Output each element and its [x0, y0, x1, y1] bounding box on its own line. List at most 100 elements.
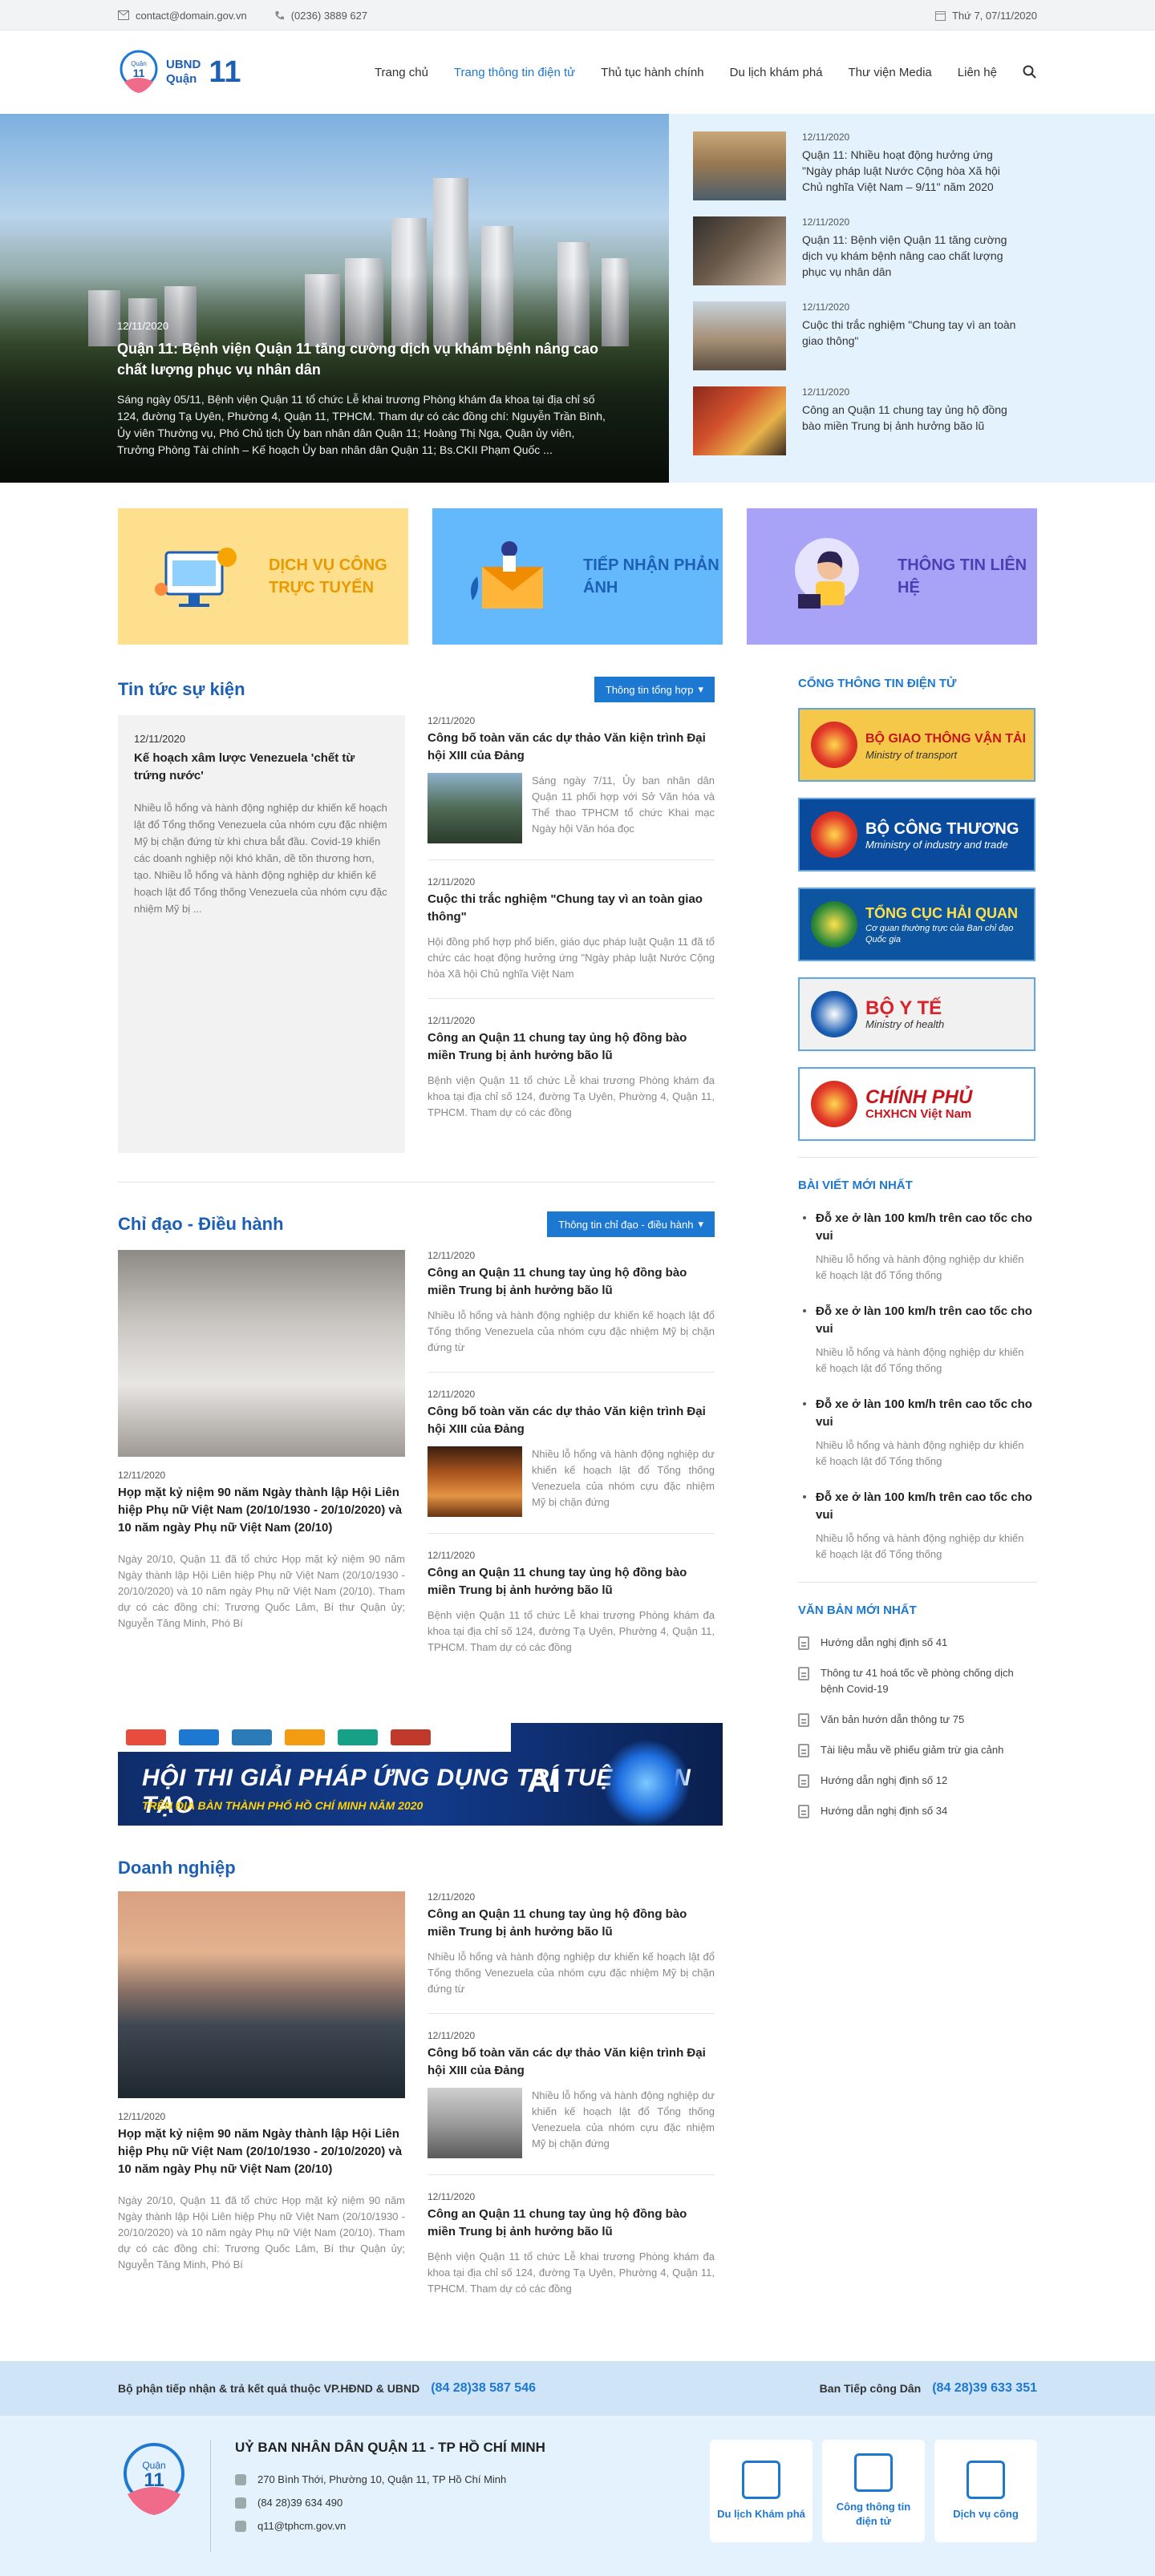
item-title[interactable]: Công an Quận 11 chung tay ủng hộ đồng bà…	[428, 1906, 715, 1941]
footer-email[interactable]: q11@tphcm.gov.vn	[257, 2520, 346, 2532]
doc-item[interactable]: Hướng dẫn nghị định số 41	[798, 1635, 1037, 1651]
nav-travel[interactable]: Du lịch khám phá	[730, 66, 823, 79]
doc-item[interactable]: Văn bản hướn dẫn thông tư 75	[798, 1712, 1037, 1728]
business-featured-date: 12/11/2020	[118, 2111, 166, 2122]
contact-email[interactable]: contact@domain.gov.vn	[118, 10, 247, 22]
business-featured-card[interactable]: 12/11/2020 Họp mặt kỷ niệm 90 năm Ngày t…	[118, 1891, 405, 2329]
list-item[interactable]: 12/11/2020 Công an Quận 11 chung tay ủng…	[428, 1015, 715, 1137]
hero-date: 12/11/2020	[117, 320, 169, 332]
list-item[interactable]: 12/11/2020 Công an Quận 11 chung tay ủng…	[428, 1891, 715, 2014]
doc-item[interactable]: Hướng dẫn nghị định số 34	[798, 1803, 1037, 1819]
list-item[interactable]: 12/11/2020 Công an Quận 11 chung tay ủng…	[428, 1250, 715, 1373]
citizen-reception-phone[interactable]: (84 28)39 633 351	[932, 2381, 1037, 2396]
item-date: 12/11/2020	[428, 2191, 476, 2202]
top-bar: contact@domain.gov.vn (0236) 3889 627 Th…	[0, 0, 1155, 30]
contact-phone[interactable]: (0236) 3889 627	[274, 10, 367, 22]
ministry-transport-link[interactable]: BỘ GIAO THÔNG VẬN TẢI Ministry of transpo…	[798, 708, 1035, 782]
nav-media[interactable]: Thư viện Media	[849, 66, 932, 79]
hero-side-item[interactable]: 12/11/2020 Quận 11: Bệnh viện Quận 11 tăn…	[693, 216, 1155, 285]
item-title[interactable]: Công bố toàn văn các dự thảo Văn kiện tr…	[428, 2044, 715, 2080]
ministry-health-link[interactable]: BỘ Y TẾ Ministry of health	[798, 977, 1035, 1051]
latest-post-item[interactable]: Đỗ xe ở làn 100 km/h trên cao tốc cho vu…	[798, 1210, 1037, 1284]
doc-item[interactable]: Hướng dẫn nghị định số 12	[798, 1773, 1037, 1789]
hero-side-title: Công an Quận 11 chung tay ủng hộ đồng bà…	[802, 403, 1007, 432]
latest-post-item[interactable]: Đỗ xe ở làn 100 km/h trên cao tốc cho vu…	[798, 1396, 1037, 1470]
doc-item[interactable]: Thông tư 41 hoá tốc về phòng chống dịch …	[798, 1665, 1037, 1697]
directive-category-button[interactable]: Thông tin chỉ đạo - điều hành ▾	[547, 1211, 715, 1237]
post-title[interactable]: Đỗ xe ở làn 100 km/h trên cao tốc cho vu…	[816, 1396, 1037, 1431]
hero-side-item[interactable]: 12/11/2020 Quận 11: Nhiều hoạt động hưởng…	[693, 131, 1155, 200]
date-text: Thứ 7, 07/11/2020	[951, 9, 1037, 22]
customs-link[interactable]: TỔNG CỤC HẢI QUAN Cơ quan thường trực của…	[798, 888, 1035, 961]
footer-phone[interactable]: (84 28)39 634 490	[257, 2497, 342, 2509]
item-title[interactable]: Cuộc thi trắc nghiệm "Chung tay vì an to…	[428, 891, 715, 926]
government-link[interactable]: CHÍNH PHỦ CHXHCN Việt Nam	[798, 1067, 1035, 1141]
item-title[interactable]: Công an Quận 11 chung tay ủng hộ đồng bà…	[428, 1564, 715, 1599]
service-contact-card[interactable]: Thông tin liên hệ	[747, 508, 1037, 645]
service-online-card[interactable]: Dịch vụ công trực tuyến	[118, 508, 408, 645]
news-section-title[interactable]: Tin tức sự kiện	[118, 679, 245, 700]
citizen-reception-label: Ban Tiếp công Dân	[819, 2382, 922, 2395]
latest-docs-title: Văn bản mới nhất	[798, 1603, 917, 1617]
hero-featured-article[interactable]: 12/11/2020 Quận 11: Bệnh viện Quận 11 tă…	[0, 114, 669, 483]
news-featured-card[interactable]: 12/11/2020 Kế hoạch xâm lược Venezuela '…	[118, 715, 405, 1153]
service-feedback-card[interactable]: Tiếp nhận phản ánh	[432, 508, 723, 645]
item-title[interactable]: Công bố toàn văn các dự thảo Văn kiện tr…	[428, 1403, 715, 1438]
list-item[interactable]: 12/11/2020 Công bố toàn văn các dự thảo …	[428, 1389, 715, 1534]
logo-number: 11	[209, 55, 241, 89]
search-icon[interactable]	[1023, 65, 1037, 79]
document-icon	[798, 1744, 809, 1757]
hero-side-item[interactable]: 12/11/2020 Cuộc thi trắc nghiệm "Chung ta…	[693, 301, 1155, 370]
item-title[interactable]: Công an Quận 11 chung tay ủng hộ đồng bà…	[428, 1029, 715, 1065]
item-date: 12/11/2020	[428, 1015, 476, 1026]
post-title[interactable]: Đỗ xe ở làn 100 km/h trên cao tốc cho vu…	[816, 1489, 1037, 1524]
reception-phone[interactable]: (84 28)38 587 546	[431, 2381, 536, 2396]
list-item[interactable]: 12/11/2020 Công bố toàn văn các dự thảo …	[428, 715, 715, 860]
latest-post-item[interactable]: Đỗ xe ở làn 100 km/h trên cao tốc cho vu…	[798, 1489, 1037, 1563]
nav-contact[interactable]: Liên hệ	[958, 66, 997, 79]
directive-featured-card[interactable]: 12/11/2020 Họp mặt kỷ niệm 90 năm Ngày t…	[118, 1250, 405, 1688]
nav-portal[interactable]: Trang thông tin điện tử	[454, 66, 575, 79]
calendar-icon	[934, 10, 946, 21]
footer-travel-card[interactable]: Du lịch Khám phá	[710, 2440, 813, 2542]
list-item[interactable]: 12/11/2020 Công an Quận 11 chung tay ủng…	[428, 1550, 715, 1672]
post-title[interactable]: Đỗ xe ở làn 100 km/h trên cao tốc cho vu…	[816, 1210, 1037, 1245]
latest-post-item[interactable]: Đỗ xe ở làn 100 km/h trên cao tốc cho vu…	[798, 1303, 1037, 1377]
hero-side-date: 12/11/2020	[802, 131, 850, 143]
item-summary: Bệnh viện Quận 11 tổ chức Lễ khai trương…	[428, 1074, 715, 1118]
item-date: 12/11/2020	[428, 2030, 476, 2041]
doc-title: Hướng dẫn nghị định số 12	[821, 1774, 948, 1786]
news-list: 12/11/2020 Công bố toàn văn các dự thảo …	[428, 715, 715, 1153]
directive-featured-date: 12/11/2020	[118, 1470, 166, 1481]
item-summary: Bệnh viện Quận 11 tổ chức Lễ khai trương…	[428, 2250, 715, 2295]
hero-side-list: 12/11/2020 Quận 11: Nhiều hoạt động hưởng…	[669, 114, 1155, 483]
sidebar-divider	[798, 1157, 1037, 1158]
post-title[interactable]: Đỗ xe ở làn 100 km/h trên cao tốc cho vu…	[816, 1303, 1037, 1338]
reception-label: Bộ phận tiếp nhận & trả kết quả thuộc VP…	[118, 2382, 420, 2395]
hero-side-item[interactable]: 12/11/2020 Công an Quận 11 chung tay ủng …	[693, 386, 1155, 455]
sponsor-logos	[118, 1723, 511, 1752]
item-date: 12/11/2020	[428, 876, 476, 888]
item-title[interactable]: Công an Quận 11 chung tay ủng hộ đồng bà…	[428, 2206, 715, 2241]
list-item[interactable]: 12/11/2020 Công an Quận 11 chung tay ủng…	[428, 2191, 715, 2313]
ai-head-icon	[602, 1739, 691, 1826]
item-title[interactable]: Công bố toàn văn các dự thảo Văn kiện tr…	[428, 730, 715, 765]
nav-procedures[interactable]: Thủ tục hành chính	[601, 66, 703, 79]
nav-home[interactable]: Trang chủ	[375, 66, 428, 79]
site-logo[interactable]: Quận 11 UBND Quận 11	[118, 50, 241, 95]
item-title[interactable]: Công an Quận 11 chung tay ủng hộ đồng bà…	[428, 1264, 715, 1300]
hero-title[interactable]: Quận 11: Bệnh viện Quận 11 tăng cường dị…	[117, 338, 614, 380]
news-category-button[interactable]: Thông tin tổng hợp ▾	[594, 677, 715, 702]
ministry-industry-link[interactable]: BỘ CÔNG THƯƠNG Mministry of industry and …	[798, 798, 1035, 871]
item-summary: Sáng ngày 7/11, Ủy ban nhân dân Quận 11 …	[532, 774, 715, 835]
item-summary: Nhiều lỗ hổng và hành động nghiệp dư khi…	[428, 1951, 715, 1995]
directive-section-title[interactable]: Chỉ đạo - Điều hành	[118, 1214, 284, 1235]
business-section-title[interactable]: Doanh nghiệp	[118, 1858, 236, 1878]
list-item[interactable]: 12/11/2020 Công bố toàn văn các dự thảo …	[428, 2030, 715, 2175]
footer-portal-card[interactable]: Công thông tin điện tử	[822, 2440, 925, 2542]
footer-service-card[interactable]: Dịch vụ công	[934, 2440, 1037, 2542]
ai-contest-banner[interactable]: HỘI THI GIẢI PHÁP ỨNG DỤNG TRÍ TUỆ NHÂN …	[118, 1723, 723, 1826]
item-summary: Nhiều lỗ hổng và hành động nghiệp dư khi…	[532, 1448, 715, 1508]
list-item[interactable]: 12/11/2020 Cuộc thi trắc nghiệm "Chung t…	[428, 876, 715, 999]
doc-item[interactable]: Tài liệu mẫu về phiếu giảm trừ gia cảnh	[798, 1742, 1037, 1758]
